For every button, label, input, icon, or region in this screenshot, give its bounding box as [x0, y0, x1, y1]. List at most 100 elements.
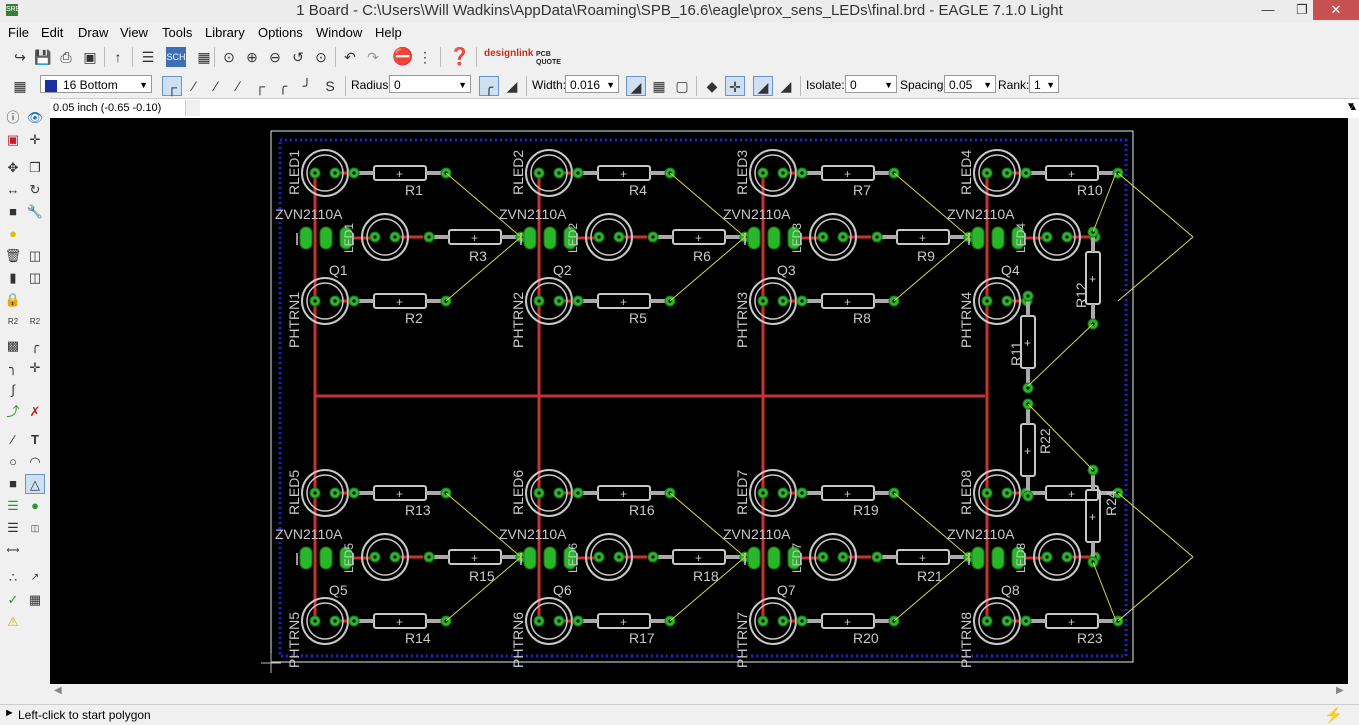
miter-round-icon[interactable]: ╭	[479, 76, 499, 96]
save-icon[interactable]: 💾	[33, 47, 53, 67]
text-icon[interactable]: T	[25, 430, 45, 450]
isolate-select[interactable]: 0 ▼	[845, 75, 897, 93]
copy-icon[interactable]: ❐	[25, 158, 45, 178]
designlink-logo[interactable]: designlink	[484, 49, 533, 59]
ratsnest-icon[interactable]: ∴	[3, 568, 23, 588]
wire-bend-4-icon[interactable]: ┌	[250, 76, 270, 96]
thermals-on-icon[interactable]: ✛	[725, 76, 745, 96]
width-select[interactable]: 0.016 ▼	[565, 75, 619, 93]
delete-icon[interactable]: 🗑	[3, 246, 23, 266]
wire-bend-0-icon[interactable]: ┌	[162, 76, 182, 96]
change-icon[interactable]: 🔧	[25, 202, 45, 222]
value-icon[interactable]: R2	[25, 312, 45, 332]
pour-solid-icon[interactable]: ◢	[626, 76, 646, 96]
go-icon[interactable]: ⋮	[415, 47, 435, 67]
menu-window[interactable]: Window	[316, 25, 362, 40]
zoom-fit-icon[interactable]: ⊙	[219, 47, 239, 67]
redraw-icon[interactable]: ↺	[288, 47, 308, 67]
optimize-icon[interactable]: ✛	[25, 358, 45, 378]
wire-icon[interactable]: ∕	[3, 430, 23, 450]
grid-icon[interactable]: ▦	[10, 76, 30, 96]
miter-icon[interactable]: ╭	[25, 336, 45, 356]
wire-bend-5-icon[interactable]: ╭	[273, 76, 293, 96]
command-input[interactable]	[236, 100, 1356, 116]
display-icon[interactable]: ▣	[3, 130, 23, 150]
pinswap-icon[interactable]: ▮	[3, 268, 23, 288]
layer-select[interactable]: 16 Bottom ▼	[40, 75, 152, 93]
board-drawing[interactable]: +R1+R3+R2RLED1ZVN2110AQ1LED1PHTRN1+R4+R6…	[50, 118, 1348, 684]
use-library-icon[interactable]: ▦	[194, 47, 214, 67]
mirror-icon[interactable]: ↔	[3, 180, 23, 200]
lock-icon[interactable]: 🔒	[3, 290, 23, 310]
drc-icon[interactable]: ▦	[25, 590, 45, 610]
attribute-icon[interactable]: ◫	[25, 518, 45, 538]
miter-straight-icon[interactable]: ◢	[502, 76, 522, 96]
orphans-on-icon[interactable]: ◢	[776, 76, 796, 96]
polygon-icon[interactable]: △	[25, 474, 45, 494]
pour-outline-icon[interactable]: ▢	[672, 76, 692, 96]
info-icon[interactable]: ⓘ	[3, 108, 23, 128]
wire-bend-2-icon[interactable]: ∕	[206, 76, 226, 96]
minimize-icon[interactable]: —	[1253, 0, 1283, 20]
chevron-up-icon[interactable]: ▲	[1349, 102, 1358, 112]
erc-icon[interactable]: ✓	[3, 590, 23, 610]
hole-icon[interactable]: ☰	[3, 518, 23, 538]
wire-bend-1-icon[interactable]: ⁄	[184, 76, 204, 96]
print-icon[interactable]: ⎙	[56, 47, 76, 67]
undo-icon[interactable]: ↶	[340, 47, 360, 67]
chevron-left-icon[interactable]: ◀	[54, 685, 62, 696]
menu-view[interactable]: View	[120, 25, 148, 40]
rotate-icon[interactable]: ↻	[25, 180, 45, 200]
close-icon[interactable]: ✕	[1313, 0, 1359, 20]
zoom-in-icon[interactable]: ⊕	[242, 47, 262, 67]
replace-icon[interactable]: ◫	[25, 268, 45, 288]
pcb-quote-logo[interactable]: PCB QUOTE	[536, 51, 572, 67]
smash-icon[interactable]: ▩	[3, 336, 23, 356]
menu-edit[interactable]: Edit	[41, 25, 63, 40]
menu-library[interactable]: Library	[205, 25, 245, 40]
cam-icon[interactable]: ▣	[80, 47, 100, 67]
orphans-off-icon[interactable]: ◢	[753, 76, 773, 96]
mark-icon[interactable]: ✛	[25, 130, 45, 150]
menu-help[interactable]: Help	[375, 25, 402, 40]
via-icon[interactable]: ☰	[3, 496, 23, 516]
errors-icon[interactable]: ⚠	[3, 612, 23, 632]
rank-select[interactable]: 1 ▼	[1029, 75, 1059, 93]
show-icon[interactable]: 👁	[25, 108, 45, 128]
add-icon[interactable]: ◫	[25, 246, 45, 266]
ripup-icon[interactable]: ✗	[25, 402, 45, 422]
horizontal-scrollbar[interactable]: ◀ ▶	[50, 684, 1348, 698]
wire-bend-6-icon[interactable]: ╯	[297, 76, 317, 96]
wire-bend-3-icon[interactable]: ∕	[228, 76, 248, 96]
redo-icon[interactable]: ↷	[363, 47, 383, 67]
rect-icon[interactable]: ■	[3, 474, 23, 494]
script-icon[interactable]: ↑	[108, 47, 128, 67]
signal-icon[interactable]: ●	[25, 496, 45, 516]
ulp-icon[interactable]: ☰	[138, 47, 158, 67]
group-icon[interactable]: ■	[3, 202, 23, 222]
name-icon[interactable]: R2	[3, 312, 23, 332]
chevron-right-icon[interactable]: ▶	[1336, 685, 1344, 696]
menu-options[interactable]: Options	[258, 25, 303, 40]
dimension-icon[interactable]: ⟷	[3, 540, 23, 560]
coordinate-dropdown[interactable]	[185, 100, 200, 116]
auto-icon[interactable]: ↗	[25, 568, 45, 588]
route-icon[interactable]: ⤴	[3, 402, 23, 422]
zoom-out-icon[interactable]: ⊖	[265, 47, 285, 67]
thermals-off-icon[interactable]: ◆	[702, 76, 722, 96]
split-icon[interactable]: ╮	[3, 358, 23, 378]
move-icon[interactable]: ✥	[3, 158, 23, 178]
board-canvas[interactable]: + R1 + R3 + R2 RLED1 ZVN2110A Q1 LED1 PHTRN1 + R4 + R6…	[50, 118, 1348, 684]
meander-icon[interactable]: ∫	[3, 380, 23, 400]
menu-file[interactable]: File	[8, 25, 29, 40]
zoom-select-icon[interactable]: ⊙	[311, 47, 331, 67]
help-icon[interactable]: ❓	[449, 47, 470, 67]
arc-icon[interactable]: ◠	[25, 452, 45, 472]
stop-icon[interactable]: ⛔	[392, 47, 413, 67]
menu-tools[interactable]: Tools	[162, 25, 192, 40]
pour-hatch-icon[interactable]: ▦	[649, 76, 669, 96]
menu-draw[interactable]: Draw	[78, 25, 108, 40]
schematic-icon[interactable]: SCH	[166, 47, 186, 67]
wire-bend-7-icon[interactable]: S	[320, 76, 340, 96]
vertical-scrollbar[interactable]: ▲	[1348, 102, 1359, 684]
